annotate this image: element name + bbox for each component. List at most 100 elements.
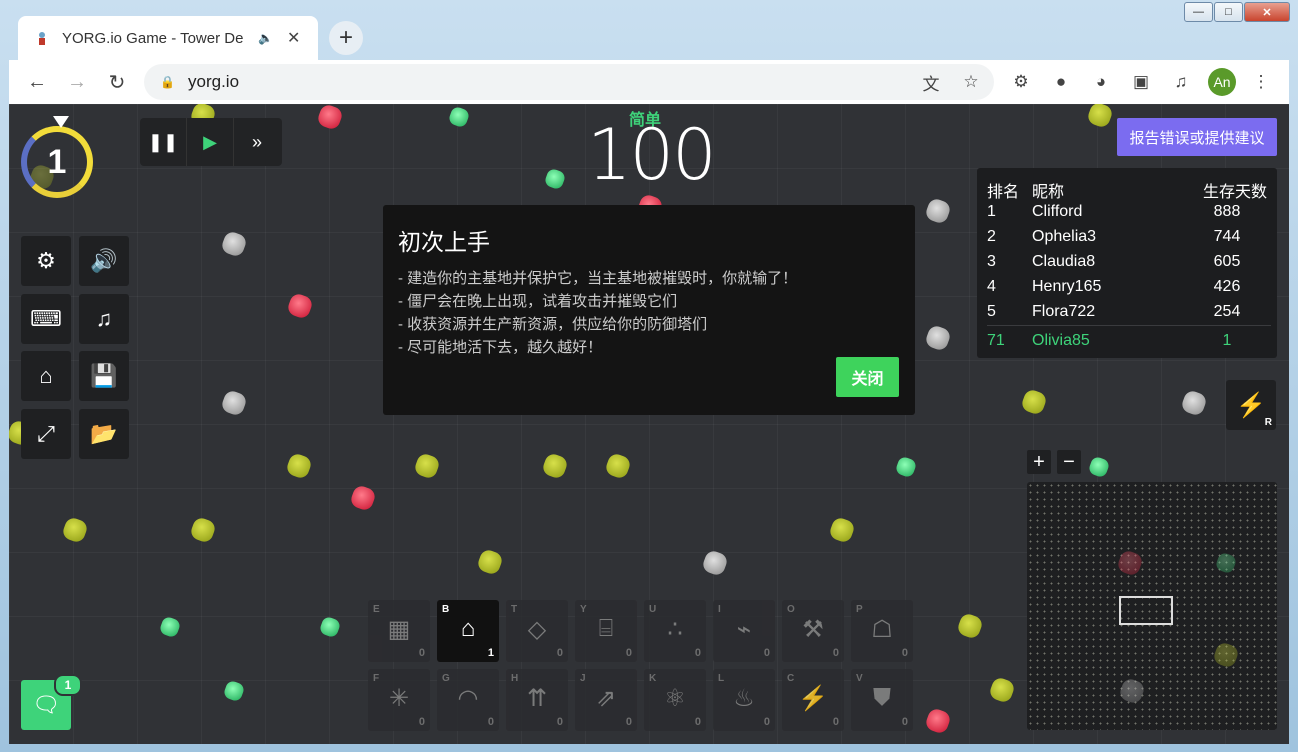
reload-icon[interactable]: ↻ <box>105 70 129 94</box>
media-queue-icon[interactable]: ♫ <box>1169 70 1193 94</box>
uranium-ore[interactable] <box>447 105 471 129</box>
translate-icon[interactable]: 文 <box>919 70 943 94</box>
build-slot-i[interactable]: I ⌁ 0 <box>713 600 775 662</box>
build-slot-e[interactable]: E ▦ 0 <box>368 600 430 662</box>
rank: 3 <box>987 253 996 270</box>
build-slot-p[interactable]: P ☖ 0 <box>851 600 913 662</box>
extensions-puzzle-icon[interactable]: ▣ <box>1129 70 1153 94</box>
minimap[interactable] <box>1027 482 1277 730</box>
day-progress-marker-icon <box>53 116 69 128</box>
report-bug-button[interactable]: 报告错误或提供建议 <box>1117 118 1277 156</box>
build-slot-y[interactable]: Y ⌸ 0 <box>575 600 637 662</box>
address-bar[interactable]: 🔒 yorg.io <box>144 64 994 100</box>
build-slot-k[interactable]: K ⚛ 0 <box>644 669 706 731</box>
play-button[interactable]: ▶ <box>187 118 234 166</box>
game-canvas[interactable]: 1 ❚❚ ▶ » 简单 100 ⚙ 🔊 ⌨ ♫ ⌂ 💾 ⤢ 📂 报告错误或提供建… <box>9 104 1289 744</box>
close-tab-icon[interactable]: ✕ <box>287 28 300 48</box>
player-name: Henry165 <box>1032 278 1102 295</box>
base-icon: ⌂ <box>460 615 476 642</box>
iron-ore[interactable] <box>1085 104 1115 130</box>
build-slot-o[interactable]: O ⚒ 0 <box>782 600 844 662</box>
build-slot-u[interactable]: U ∴ 0 <box>644 600 706 662</box>
iron-ore[interactable] <box>60 515 90 545</box>
building-count: 0 <box>556 716 563 728</box>
evernote-icon[interactable]: ● <box>1049 70 1073 94</box>
iron-ore[interactable] <box>603 451 633 481</box>
leaderboard-own-row: 71 Olivia85 1 <box>977 332 1277 357</box>
close-window-button[interactable]: ✕ <box>1244 2 1290 22</box>
build-slot-h[interactable]: H ⇈ 0 <box>506 669 568 731</box>
uranium-ore[interactable] <box>222 679 246 703</box>
sound-button[interactable]: 🔊 <box>79 236 129 286</box>
iron-ore[interactable] <box>1019 387 1049 417</box>
rank: 5 <box>987 303 996 320</box>
globe-icon[interactable]: ◕ <box>1089 70 1113 94</box>
building-count: 0 <box>625 716 632 728</box>
zoom-out-button[interactable]: − <box>1057 450 1081 474</box>
close-dialog-button[interactable]: 关闭 <box>836 357 899 397</box>
maximize-button[interactable]: □ <box>1214 2 1243 22</box>
minimap-viewport[interactable] <box>1119 596 1173 625</box>
stone-ore[interactable] <box>219 229 249 259</box>
uranium-ore[interactable] <box>543 167 567 191</box>
profile-avatar[interactable]: An <box>1208 68 1236 96</box>
zoom-in-button[interactable]: + <box>1027 450 1051 474</box>
new-tab-button[interactable]: + <box>329 21 363 55</box>
expand-icon: ⤢ <box>37 421 55 446</box>
extension-gear-icon[interactable]: ⚙ <box>1009 70 1033 94</box>
cannon-icon: ⌁ <box>736 616 752 643</box>
multi-arrow-icon: ⇗ <box>595 685 617 712</box>
minecart-icon: ⌸ <box>598 615 614 642</box>
days: 426 <box>1213 278 1241 295</box>
iron-ore[interactable] <box>188 515 218 545</box>
build-slot-l[interactable]: L ♨ 0 <box>713 669 775 731</box>
minimize-button[interactable]: — <box>1184 2 1213 22</box>
forward-icon[interactable]: → <box>65 70 89 94</box>
build-slot-v[interactable]: V ⛊ 0 <box>851 669 913 731</box>
rank: 1 <box>987 203 996 220</box>
music-button[interactable]: ♫ <box>79 294 129 344</box>
crystal-ore[interactable] <box>315 104 345 132</box>
fast-forward-button[interactable]: » <box>234 118 280 166</box>
iron-ore[interactable] <box>412 451 442 481</box>
build-slot-t[interactable]: T ◇ 0 <box>506 600 568 662</box>
iron-ore[interactable] <box>475 547 505 577</box>
iron-ore[interactable] <box>540 451 570 481</box>
hotkey-label: K <box>649 673 657 684</box>
back-icon[interactable]: ← <box>25 70 49 94</box>
load-button[interactable]: 📂 <box>79 409 129 459</box>
fullscreen-button[interactable]: ⤢ <box>21 409 71 459</box>
pause-button[interactable]: ❚❚ <box>140 118 187 166</box>
menu-kebab-icon[interactable]: ⋮ <box>1249 70 1273 94</box>
stone-ore[interactable] <box>923 323 953 353</box>
stone-ore[interactable] <box>923 196 953 226</box>
settings-button[interactable]: ⚙ <box>21 236 71 286</box>
crystal-ore[interactable] <box>348 483 378 513</box>
keybindings-button[interactable]: ⌨ <box>21 294 71 344</box>
stone-ore[interactable] <box>219 388 249 418</box>
crystal-ore[interactable] <box>923 706 953 736</box>
hotkey-label: F <box>373 673 380 684</box>
build-slot-f[interactable]: F ✳ 0 <box>368 669 430 731</box>
browser-tab[interactable]: YORG.io Game - Tower De 🔈 ✕ <box>18 16 318 60</box>
stone-ore[interactable] <box>1179 388 1209 418</box>
speaker-icon[interactable]: 🔈 <box>258 31 273 45</box>
build-slot-j[interactable]: J ⇗ 0 <box>575 669 637 731</box>
save-button[interactable]: 💾 <box>79 351 129 401</box>
bookmark-star-icon[interactable]: ☆ <box>959 70 983 94</box>
build-slot-g[interactable]: G ◠ 0 <box>437 669 499 731</box>
iron-ore[interactable] <box>284 451 314 481</box>
energy-view-button[interactable]: ⚡ R <box>1226 380 1276 430</box>
uranium-ore[interactable] <box>894 455 918 479</box>
build-slot-b[interactable]: B ⌂ 1 <box>437 600 499 662</box>
iron-ore[interactable] <box>827 515 857 545</box>
stone-ore[interactable] <box>700 548 730 578</box>
home-button[interactable]: ⌂ <box>21 351 71 401</box>
build-slot-c[interactable]: C ⚡ 0 <box>782 669 844 731</box>
uranium-ore[interactable] <box>318 615 342 639</box>
crystal-ore[interactable] <box>285 291 315 321</box>
iron-ore[interactable] <box>955 611 985 641</box>
iron-ore[interactable] <box>987 675 1017 705</box>
uranium-ore[interactable] <box>1087 455 1111 479</box>
uranium-ore[interactable] <box>158 615 182 639</box>
